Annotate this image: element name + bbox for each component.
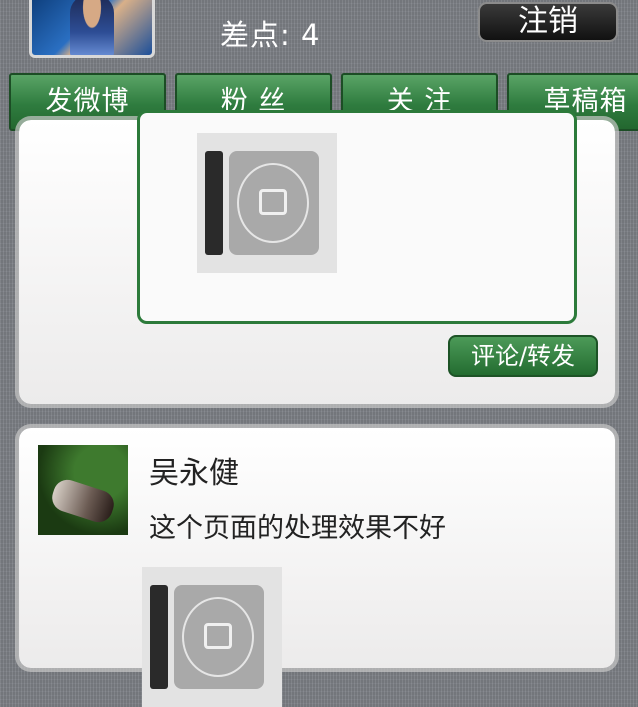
score-value: 4 (301, 18, 321, 52)
comment-repost-button[interactable]: 评论/转发 (448, 335, 598, 377)
post-image-thumbnail[interactable] (197, 133, 337, 273)
score-label: 差点: (220, 18, 291, 52)
feed-card: 吴永健 这个页面的处理效果不好 (19, 428, 615, 707)
post-text: 这个页面的处理效果不好 (149, 513, 446, 544)
logo-badge (229, 151, 319, 255)
profile-avatar[interactable] (29, 0, 155, 58)
repost-box (137, 110, 577, 324)
logo-mark (204, 623, 232, 649)
avatar-figure (48, 476, 118, 526)
post-image-thumbnail[interactable] (142, 567, 282, 707)
score-display: 差点: 4 (220, 12, 320, 54)
logo-mark (259, 189, 287, 215)
post-username[interactable]: 吴永健 (149, 448, 239, 492)
feed-card: 评论/转发 (19, 110, 615, 404)
watermark-strip (205, 151, 223, 255)
logo-badge (174, 585, 264, 689)
top-bar: 差点: 4 注销 (0, 0, 638, 74)
watermark-strip (150, 585, 168, 689)
avatar-figure (70, 0, 114, 55)
user-avatar[interactable] (38, 445, 128, 535)
logout-button[interactable]: 注销 (478, 2, 618, 42)
